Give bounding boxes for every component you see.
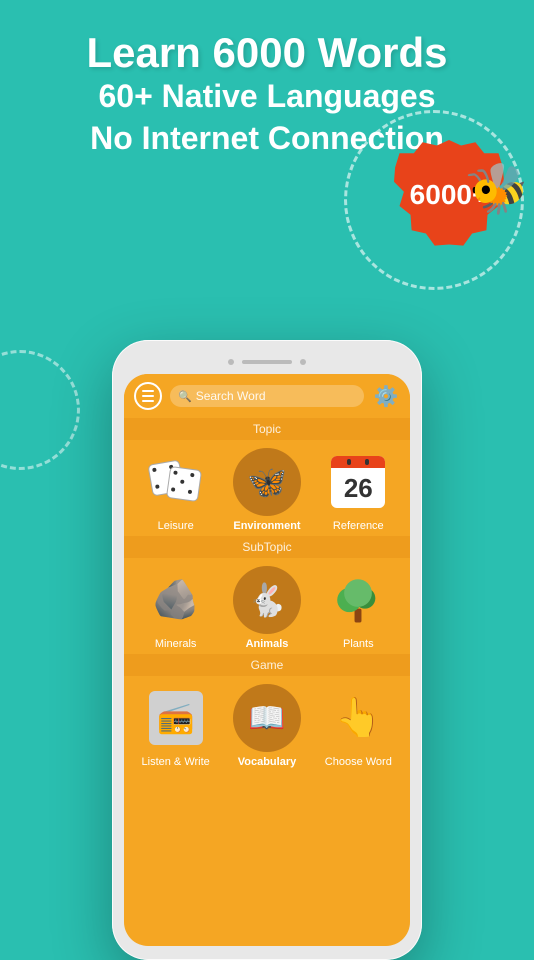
- butterfly-icon: 🦋: [247, 463, 287, 501]
- camera-dot: [228, 359, 234, 365]
- reference-icon-bg: 26: [324, 448, 392, 516]
- calendar-number: 26: [331, 468, 385, 508]
- minerals-label: Minerals: [155, 638, 197, 650]
- dashed-arc-left: [0, 350, 80, 470]
- listen-write-icon-bg: 📻: [142, 684, 210, 752]
- topic-item-vocabulary[interactable]: 📖 Vocabulary: [227, 684, 307, 768]
- leisure-icon-bg: [142, 448, 210, 516]
- reference-label: Reference: [333, 520, 384, 532]
- plants-label: Plants: [343, 638, 374, 650]
- phone-mockup: 🔍 Search Word ⚙️ Topic: [112, 340, 422, 960]
- phone-screen: 🔍 Search Word ⚙️ Topic: [124, 374, 410, 946]
- settings-button[interactable]: ⚙️: [372, 382, 400, 410]
- topic-item-minerals[interactable]: 🪨 Minerals: [136, 566, 216, 650]
- topic-item-reference[interactable]: 26 Reference: [318, 448, 398, 532]
- game-grid: 📻 Listen & Write 📖 Vocabulary 👆: [124, 676, 410, 772]
- animals-icon-bg: 🐇: [233, 566, 301, 634]
- dice-icon: [150, 462, 202, 502]
- search-placeholder-text: Search Word: [196, 389, 266, 403]
- topic-item-choose-word[interactable]: 👆 Choose Word: [318, 684, 398, 768]
- listen-write-label: Listen & Write: [142, 756, 210, 768]
- book-icon: 📖: [248, 701, 285, 736]
- gear-icon: ⚙️: [374, 384, 399, 409]
- minerals-icon-bg: 🪨: [142, 566, 210, 634]
- speaker-bar: [242, 360, 292, 364]
- topic-item-leisure[interactable]: Leisure: [136, 448, 216, 532]
- topic-item-animals[interactable]: 🐇 Animals: [227, 566, 307, 650]
- phone-notch: [124, 352, 410, 372]
- headline-title: Learn 6000 Words: [0, 30, 534, 76]
- subtopic-section-label: SubTopic: [124, 536, 410, 558]
- game-section-label: Game: [124, 654, 410, 676]
- plants-icon-bg: [324, 566, 392, 634]
- topic-grid: Leisure 🦋 Environment: [124, 440, 410, 536]
- phone-topbar: 🔍 Search Word ⚙️: [124, 374, 410, 418]
- tree-icon: [332, 574, 384, 626]
- subtopic-grid: 🪨 Minerals 🐇 Animals: [124, 558, 410, 654]
- search-bar[interactable]: 🔍 Search Word: [170, 385, 364, 407]
- topic-item-plants[interactable]: Plants: [318, 566, 398, 650]
- stones-icon: 🪨: [152, 578, 199, 622]
- rabbit-icon: 🐇: [247, 581, 287, 619]
- calendar-ring-left: [347, 459, 351, 465]
- vocabulary-icon-bg: 📖: [233, 684, 301, 752]
- calendar-icon: 26: [331, 456, 385, 508]
- animals-label: Animals: [246, 638, 289, 650]
- topic-section-label: Topic: [124, 418, 410, 440]
- camera-dot-right: [300, 359, 306, 365]
- menu-line-2: [142, 395, 154, 397]
- choose-word-icon-bg: 👆: [324, 684, 392, 752]
- menu-button[interactable]: [134, 382, 162, 410]
- vocabulary-label: Vocabulary: [238, 756, 297, 768]
- environment-icon-bg: 🦋: [233, 448, 301, 516]
- environment-label: Environment: [233, 520, 300, 532]
- hand-icon: 👆: [335, 696, 382, 740]
- search-icon: 🔍: [178, 390, 192, 403]
- menu-line-1: [142, 390, 154, 392]
- calendar-ring-right: [365, 459, 369, 465]
- topic-item-listen-write[interactable]: 📻 Listen & Write: [136, 684, 216, 768]
- topic-item-environment[interactable]: 🦋 Environment: [227, 448, 307, 532]
- leisure-label: Leisure: [158, 520, 194, 532]
- menu-line-3: [142, 400, 154, 402]
- choose-word-label: Choose Word: [325, 756, 392, 768]
- radio-icon: 📻: [149, 691, 203, 745]
